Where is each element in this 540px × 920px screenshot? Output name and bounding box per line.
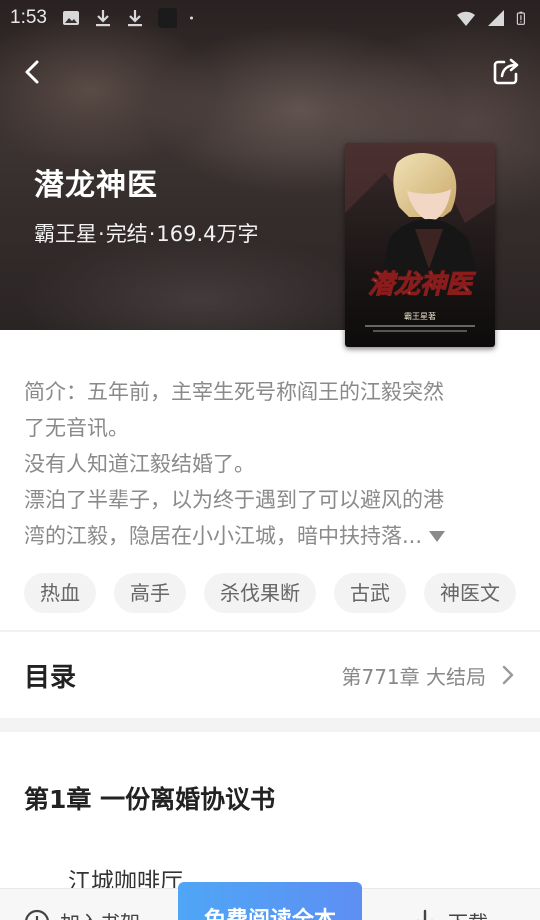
add-circle-icon <box>24 909 50 920</box>
wifi-icon <box>457 11 475 26</box>
image-icon <box>62 11 79 25</box>
read-free-button[interactable]: 免费阅读全本 <box>178 882 362 920</box>
download-icon <box>95 10 110 27</box>
chapter-title: 第1章 一份离婚协议书 <box>24 785 276 814</box>
intro-line: 漂泊了半辈子，以为终于遇到了可以避风的港 <box>24 488 444 512</box>
section-divider <box>0 718 540 732</box>
intro-line: 没有人知道江毅结婚了。 <box>24 452 255 476</box>
download-button[interactable]: 下载 <box>414 907 488 920</box>
toc-label: 目录 <box>24 662 77 693</box>
status-time: 1:53 <box>10 7 47 28</box>
status-bar: 1:53 <box>0 0 540 36</box>
expand-arrow-icon[interactable] <box>428 529 446 543</box>
book-word-count: 169.4万字 <box>156 222 259 246</box>
cover-title: 潜龙神医 <box>368 270 476 300</box>
battery-icon <box>516 11 525 25</box>
tag-list: 热血 高手 杀伐果断 古武 神医文 <box>24 573 516 613</box>
tag-item[interactable]: 杀伐果断 <box>204 573 316 613</box>
table-of-contents-row[interactable]: 目录 第771章 大结局 <box>0 632 540 718</box>
back-arrow-icon[interactable] <box>18 56 50 88</box>
share-icon[interactable] <box>490 56 522 88</box>
chevron-right-icon <box>502 665 514 685</box>
app-icon <box>157 8 177 28</box>
add-to-shelf-button[interactable]: 加入书架 <box>24 907 140 920</box>
download-label: 下载 <box>448 907 488 920</box>
tag-item[interactable]: 高手 <box>114 573 186 613</box>
dot-icon <box>189 16 193 20</box>
status-right-icons <box>456 8 530 28</box>
book-title: 潜龙神医 <box>34 168 158 203</box>
intro-line: 简介：五年前，主宰生死号称阎王的江毅突然 <box>24 380 444 404</box>
intro-line: 湾的江毅，隐居在小小江城，暗中扶持落... <box>24 524 423 548</box>
book-cover[interactable]: 潜龙神医 霸王星著 <box>345 143 495 347</box>
tag-item[interactable]: 神医文 <box>424 573 516 613</box>
add-to-shelf-label: 加入书架 <box>60 907 140 920</box>
status-icons <box>61 8 199 28</box>
latest-chapter: 第771章 大结局 <box>341 664 486 689</box>
cover-author: 霸王星著 <box>404 311 436 321</box>
tag-item[interactable]: 热血 <box>24 573 96 613</box>
signal-icon <box>488 10 504 26</box>
tag-item[interactable]: 古武 <box>334 573 406 613</box>
cover-artwork: 潜龙神医 霸王星著 <box>345 143 495 347</box>
download-icon <box>127 10 142 27</box>
book-author: 霸王星 <box>34 222 97 246</box>
download-icon <box>416 909 434 920</box>
book-status: 完结 <box>105 222 148 246</box>
book-meta: 霸王星·完结·169.4万字 <box>34 222 259 246</box>
book-intro[interactable]: 简介：五年前，主宰生死号称阎王的江毅突然 了无音讯。 没有人知道江毅结婚了。 漂… <box>24 374 514 554</box>
intro-line: 了无音讯。 <box>24 416 129 440</box>
